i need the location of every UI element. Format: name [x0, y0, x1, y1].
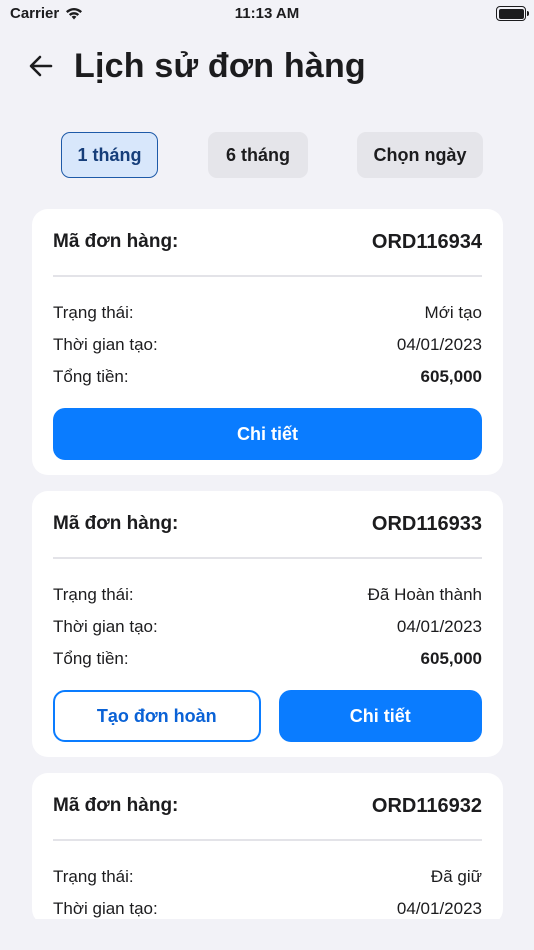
status-value: Đã Hoàn thành	[367, 585, 482, 604]
order-id: ORD116933	[371, 512, 482, 535]
order-id: ORD116932	[371, 794, 482, 817]
created-time-label: Thời gian tạo:	[53, 617, 158, 636]
order-card-header: Mã đơn hàng: ORD116934	[53, 209, 482, 277]
status-label: Trạng thái:	[53, 867, 134, 886]
create-return-order-button[interactable]: Tạo đơn hoàn	[53, 690, 261, 742]
order-card: Mã đơn hàng: ORD116934 Trạng thái: Mới t…	[32, 209, 503, 475]
created-time-value: 04/01/2023	[396, 617, 482, 636]
created-time-value: 04/01/2023	[396, 335, 482, 354]
order-code-label: Mã đơn hàng:	[53, 513, 179, 534]
status-row: Trạng thái: Đã Hoàn thành	[53, 579, 482, 611]
arrow-left-icon	[29, 55, 53, 77]
date-filter-group: 1 tháng 6 tháng Chọn ngày	[0, 132, 534, 178]
status-value: Mới tạo	[424, 303, 482, 322]
created-time-row: Thời gian tạo: 04/01/2023	[53, 893, 482, 919]
filter-choose-date-button[interactable]: Chọn ngày	[357, 132, 483, 178]
total-label: Tổng tiền:	[53, 367, 129, 386]
status-row: Trạng thái: Mới tạo	[53, 297, 482, 329]
status-label: Trạng thái:	[53, 585, 134, 604]
detail-button[interactable]: Chi tiết	[278, 690, 482, 742]
status-value: Đã giữ	[430, 867, 482, 886]
total-row: Tổng tiền: 605,000	[53, 643, 482, 675]
order-card-header: Mã đơn hàng: ORD116933	[53, 491, 482, 559]
filter-6-months-button[interactable]: 6 tháng	[208, 132, 308, 178]
status-time: 11:13 AM	[234, 5, 300, 22]
order-code-label: Mã đơn hàng:	[53, 231, 179, 252]
status-bar: Carrier 11:13 AM	[0, 0, 534, 28]
created-time-label: Thời gian tạo:	[53, 899, 158, 918]
order-list[interactable]: Mã đơn hàng: ORD116934 Trạng thái: Mới t…	[32, 209, 503, 919]
created-time-label: Thời gian tạo:	[53, 335, 158, 354]
order-code-label: Mã đơn hàng:	[53, 795, 179, 816]
back-button[interactable]	[28, 53, 54, 79]
created-time-row: Thời gian tạo: 04/01/2023	[53, 329, 482, 361]
total-value: 605,000	[420, 649, 482, 668]
order-id: ORD116934	[371, 230, 482, 253]
filter-1-month-button[interactable]: 1 tháng	[61, 132, 158, 178]
status-row: Trạng thái: Đã giữ	[53, 861, 482, 893]
total-label: Tổng tiền:	[53, 649, 129, 668]
page-title: Lịch sử đơn hàng	[74, 46, 366, 85]
page-header: Lịch sử đơn hàng	[28, 44, 366, 88]
status-label: Trạng thái:	[53, 303, 134, 322]
created-time-row: Thời gian tạo: 04/01/2023	[53, 611, 482, 643]
order-card-header: Mã đơn hàng: ORD116932	[53, 773, 482, 841]
total-value: 605,000	[420, 367, 482, 386]
total-row: Tổng tiền: 605,000	[53, 361, 482, 393]
order-card: Mã đơn hàng: ORD116933 Trạng thái: Đã Ho…	[32, 491, 503, 757]
detail-button[interactable]: Chi tiết	[53, 408, 482, 460]
order-card: Mã đơn hàng: ORD116932 Trạng thái: Đã gi…	[32, 773, 503, 919]
battery-icon	[496, 6, 529, 21]
created-time-value: 04/01/2023	[396, 899, 482, 918]
